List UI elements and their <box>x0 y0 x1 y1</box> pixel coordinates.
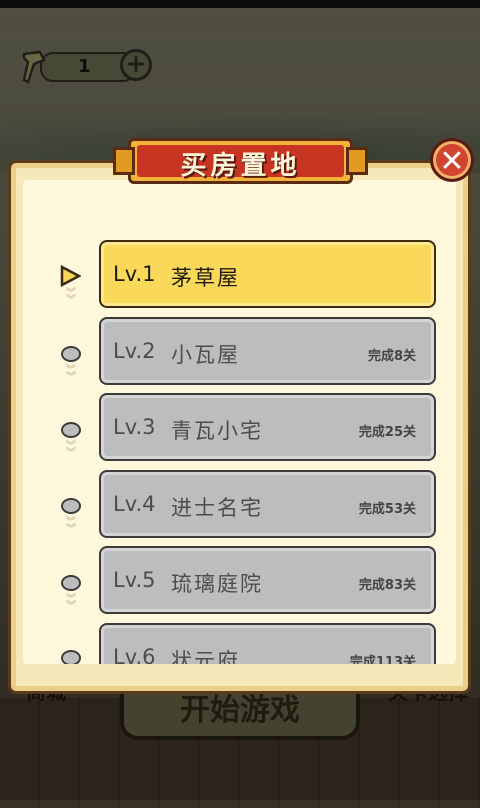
house-row-3[interactable]: Lv.3 青瓦小宅 完成25关 <box>99 393 436 461</box>
locked-dot-icon <box>61 498 81 514</box>
house-requirement: 完成53关 <box>358 502 416 517</box>
dialog-title: 买房置地 <box>180 151 301 181</box>
house-list[interactable]: ︾ ︾ Lv.1 茅草屋 ︾ ︾ Lv.2 小瓦屋 完成8关 ︾ ︾ Lv.3 青瓦小… <box>23 180 456 664</box>
chevron-down-icon: ︾ ︾ <box>66 288 76 306</box>
house-name: 青瓦小宅 <box>171 419 263 443</box>
house-requirement: 完成8关 <box>367 349 416 364</box>
dialog-title-banner: 买房置地 <box>113 138 368 184</box>
house-name: 进士名宅 <box>171 496 263 520</box>
house-requirement: 完成113关 <box>349 655 416 664</box>
close-button[interactable]: ✕ <box>430 138 474 182</box>
chevron-down-icon: ︾ ︾ <box>66 594 76 612</box>
house-level: Lv.4 <box>113 492 156 516</box>
locked-dot-icon <box>61 422 81 438</box>
house-name: 茅草屋 <box>171 266 240 290</box>
chevron-down-icon: ︾ ︾ <box>66 365 76 383</box>
house-requirement: 完成83关 <box>358 578 416 593</box>
house-row-2[interactable]: Lv.2 小瓦屋 完成8关 <box>99 317 436 385</box>
house-name: 状元府 <box>171 649 240 664</box>
house-name: 琉璃庭院 <box>171 572 263 596</box>
close-icon: ✕ <box>439 144 465 179</box>
chevron-down-icon: ︾ ︾ <box>66 441 76 459</box>
house-dialog: ︾ ︾ Lv.1 茅草屋 ︾ ︾ Lv.2 小瓦屋 完成8关 ︾ ︾ Lv.3 青瓦小… <box>8 160 471 694</box>
house-level: Lv.1 <box>113 262 156 286</box>
locked-dot-icon <box>61 346 81 362</box>
house-level: Lv.2 <box>113 339 156 363</box>
current-marker-icon <box>59 264 82 288</box>
house-row-1[interactable]: Lv.1 茅草屋 <box>99 240 436 308</box>
house-row-4[interactable]: Lv.4 进士名宅 完成53关 <box>99 470 436 538</box>
house-row-6[interactable]: Lv.6 状元府 完成113关 <box>99 623 436 664</box>
house-level: Lv.5 <box>113 568 156 592</box>
house-level: Lv.6 <box>113 645 156 664</box>
house-requirement: 完成25关 <box>358 425 416 440</box>
chevron-down-icon: ︾ ︾ <box>66 517 76 535</box>
house-name: 小瓦屋 <box>171 343 240 367</box>
locked-dot-icon <box>61 575 81 591</box>
house-row-5[interactable]: Lv.5 琉璃庭院 完成83关 <box>99 546 436 614</box>
locked-dot-icon <box>61 650 81 664</box>
house-level: Lv.3 <box>113 415 156 439</box>
